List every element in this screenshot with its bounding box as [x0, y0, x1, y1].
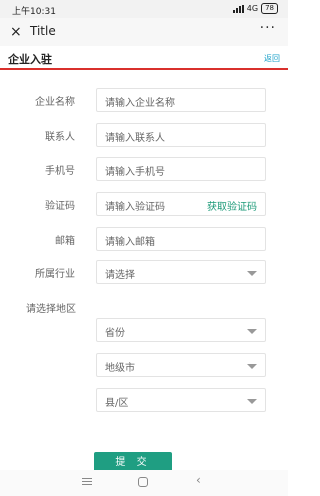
city-select[interactable]: 地级市	[96, 353, 266, 377]
close-icon[interactable]: ×	[10, 23, 22, 41]
window-title: Title	[30, 24, 56, 38]
city-row: 地级市	[0, 353, 288, 377]
province-value: 省份	[105, 328, 125, 339]
industry-select[interactable]: 请选择	[96, 260, 266, 284]
county-row: 县/区	[0, 388, 288, 412]
email-row: 邮箱 请输入邮箱	[0, 227, 288, 251]
code-input[interactable]: 请输入验证码 获取验证码	[96, 192, 266, 216]
menu-icon[interactable]	[82, 478, 92, 487]
status-indicators: 4G 78	[232, 3, 278, 14]
system-nav-bar: ‹	[0, 470, 288, 496]
email-input[interactable]: 请输入邮箱	[96, 227, 266, 251]
phone-label: 手机号	[45, 166, 75, 177]
code-row: 验证码 请输入验证码 获取验证码	[0, 192, 288, 216]
code-placeholder: 请输入验证码	[105, 202, 165, 213]
back-icon[interactable]: ‹	[196, 473, 201, 487]
region-label: 请选择地区	[26, 304, 76, 315]
page-header: 企业入驻 返回	[0, 46, 288, 70]
code-label: 验证码	[45, 201, 75, 212]
more-icon[interactable]: ···	[260, 20, 276, 36]
company-name-label: 企业名称	[35, 97, 75, 108]
industry-value: 请选择	[105, 270, 135, 281]
industry-row: 所属行业 请选择	[0, 260, 288, 284]
province-row: 省份	[0, 318, 288, 342]
battery-icon: 78	[261, 3, 278, 14]
city-value: 地级市	[105, 363, 135, 374]
network-type: 4G	[246, 4, 259, 13]
chevron-down-icon	[247, 399, 257, 404]
contact-row: 联系人 请输入联系人	[0, 123, 288, 147]
province-select[interactable]: 省份	[96, 318, 266, 342]
company-name-placeholder: 请输入企业名称	[105, 98, 175, 109]
company-name-row: 企业名称 请输入企业名称	[0, 88, 288, 112]
title-bar: × Title ···	[0, 18, 288, 46]
home-icon[interactable]	[138, 477, 148, 487]
industry-label: 所属行业	[35, 269, 75, 280]
county-value: 县/区	[105, 398, 129, 409]
contact-placeholder: 请输入联系人	[105, 133, 165, 144]
chevron-down-icon	[247, 364, 257, 369]
phone-row: 手机号 请输入手机号	[0, 157, 288, 181]
phone-placeholder: 请输入手机号	[105, 167, 165, 178]
company-name-input[interactable]: 请输入企业名称	[96, 88, 266, 112]
signal-icon	[232, 4, 244, 13]
back-link[interactable]: 返回	[264, 53, 280, 64]
chevron-down-icon	[247, 329, 257, 334]
phone-input[interactable]: 请输入手机号	[96, 157, 266, 181]
chevron-down-icon	[247, 271, 257, 276]
email-label: 邮箱	[55, 236, 75, 247]
county-select[interactable]: 县/区	[96, 388, 266, 412]
status-bar: 上午10:31 4G 78	[0, 0, 288, 18]
page-title: 企业入驻	[8, 53, 52, 66]
email-placeholder: 请输入邮箱	[105, 237, 155, 248]
contact-label: 联系人	[45, 132, 75, 143]
status-time: 上午10:31	[12, 7, 56, 17]
get-code-button[interactable]: 获取验证码	[207, 198, 257, 213]
contact-input[interactable]: 请输入联系人	[96, 123, 266, 147]
